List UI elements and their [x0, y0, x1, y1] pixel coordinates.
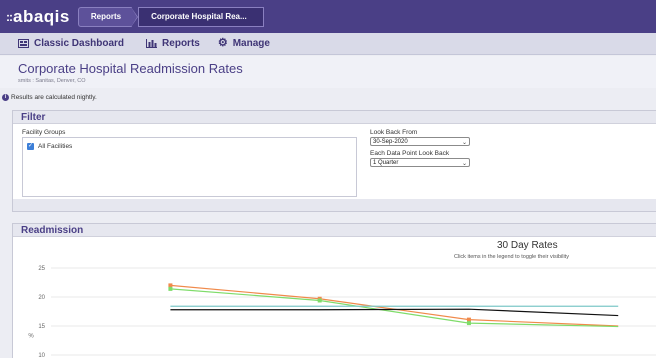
chevron-down-icon: ⌄	[461, 140, 467, 146]
nav-manage[interactable]: ⚙ Manage	[217, 37, 270, 50]
chevron-down-icon: ⌄	[461, 161, 467, 167]
nav-reports[interactable]: Reports	[146, 38, 200, 49]
readmission-chart[interactable]: 10 15 20 25%	[13, 224, 656, 358]
nav-label: Classic Dashboard	[34, 38, 125, 49]
nav-classic-dashboard[interactable]: Classic Dashboard	[18, 38, 124, 49]
main-nav: Classic Dashboard Reports ⚙ Manage	[0, 33, 656, 55]
data-point	[466, 317, 471, 322]
y-tick-label: 20	[38, 295, 45, 301]
y-tick-label: 25	[38, 266, 45, 272]
readmission-panel: Readmission 30 Day Rates Click items in …	[12, 223, 656, 358]
facility-groups-label: Facility Groups	[22, 129, 66, 136]
calculation-notice: i Results are calculated nightly.	[2, 94, 97, 101]
logo-dots: ::	[6, 9, 13, 24]
facility-option-all[interactable]: ✓ All Facilities	[27, 143, 72, 150]
y-axis-label: %	[28, 334, 34, 340]
notice-text: Results are calculated nightly.	[11, 94, 97, 101]
checkbox-checked-icon[interactable]: ✓	[27, 143, 34, 150]
select-value: 1 Quarter	[373, 160, 399, 166]
facility-groups-list[interactable]: ✓ All Facilities	[22, 137, 357, 197]
breadcrumb-label: Reports	[90, 12, 122, 21]
each-point-label: Each Data Point Look Back	[370, 150, 450, 157]
breadcrumb-separator-fill	[131, 6, 138, 27]
dashboard-icon	[18, 39, 29, 48]
select-value: 30-Sep-2020	[373, 139, 408, 145]
top-bar: :: abaqis Reports Corporate Hospital Rea…	[0, 0, 656, 33]
breadcrumb-label: Corporate Hospital Rea...	[151, 12, 247, 21]
page-title: Corporate Hospital Readmission Rates	[18, 61, 243, 76]
filter-footer	[13, 199, 656, 211]
look-back-from-select[interactable]: 30-Sep-2020 ⌄	[370, 137, 470, 146]
filter-panel: Filter Facility Groups ✓ All Facilities …	[12, 110, 656, 212]
nav-label: Manage	[232, 38, 270, 49]
y-tick-label: 15	[38, 324, 45, 330]
data-point	[168, 283, 173, 288]
data-point	[168, 286, 173, 291]
bar-chart-icon	[146, 39, 158, 48]
series-line-2	[170, 288, 619, 328]
data-point	[466, 321, 471, 326]
filter-heading: Filter	[13, 111, 656, 124]
nav-label: Reports	[162, 38, 200, 49]
info-icon: i	[2, 94, 9, 101]
page-subtitle: smits : Sanitas, Denver, CO	[18, 78, 86, 84]
facility-option-label: All Facilities	[38, 143, 73, 150]
breadcrumb-reports[interactable]: Reports	[77, 6, 139, 27]
gear-icon: ⚙	[217, 37, 228, 49]
each-point-select[interactable]: 1 Quarter ⌄	[370, 158, 470, 167]
y-tick-label: 10	[38, 353, 45, 358]
data-point	[317, 298, 322, 303]
page-header: Corporate Hospital Readmission Rates smi…	[0, 56, 656, 88]
app-logo[interactable]: :: abaqis	[0, 7, 70, 27]
breadcrumb-current[interactable]: Corporate Hospital Rea...	[138, 6, 264, 27]
look-back-from-label: Look Back From	[370, 129, 418, 136]
logo-text: abaqis	[13, 6, 70, 26]
